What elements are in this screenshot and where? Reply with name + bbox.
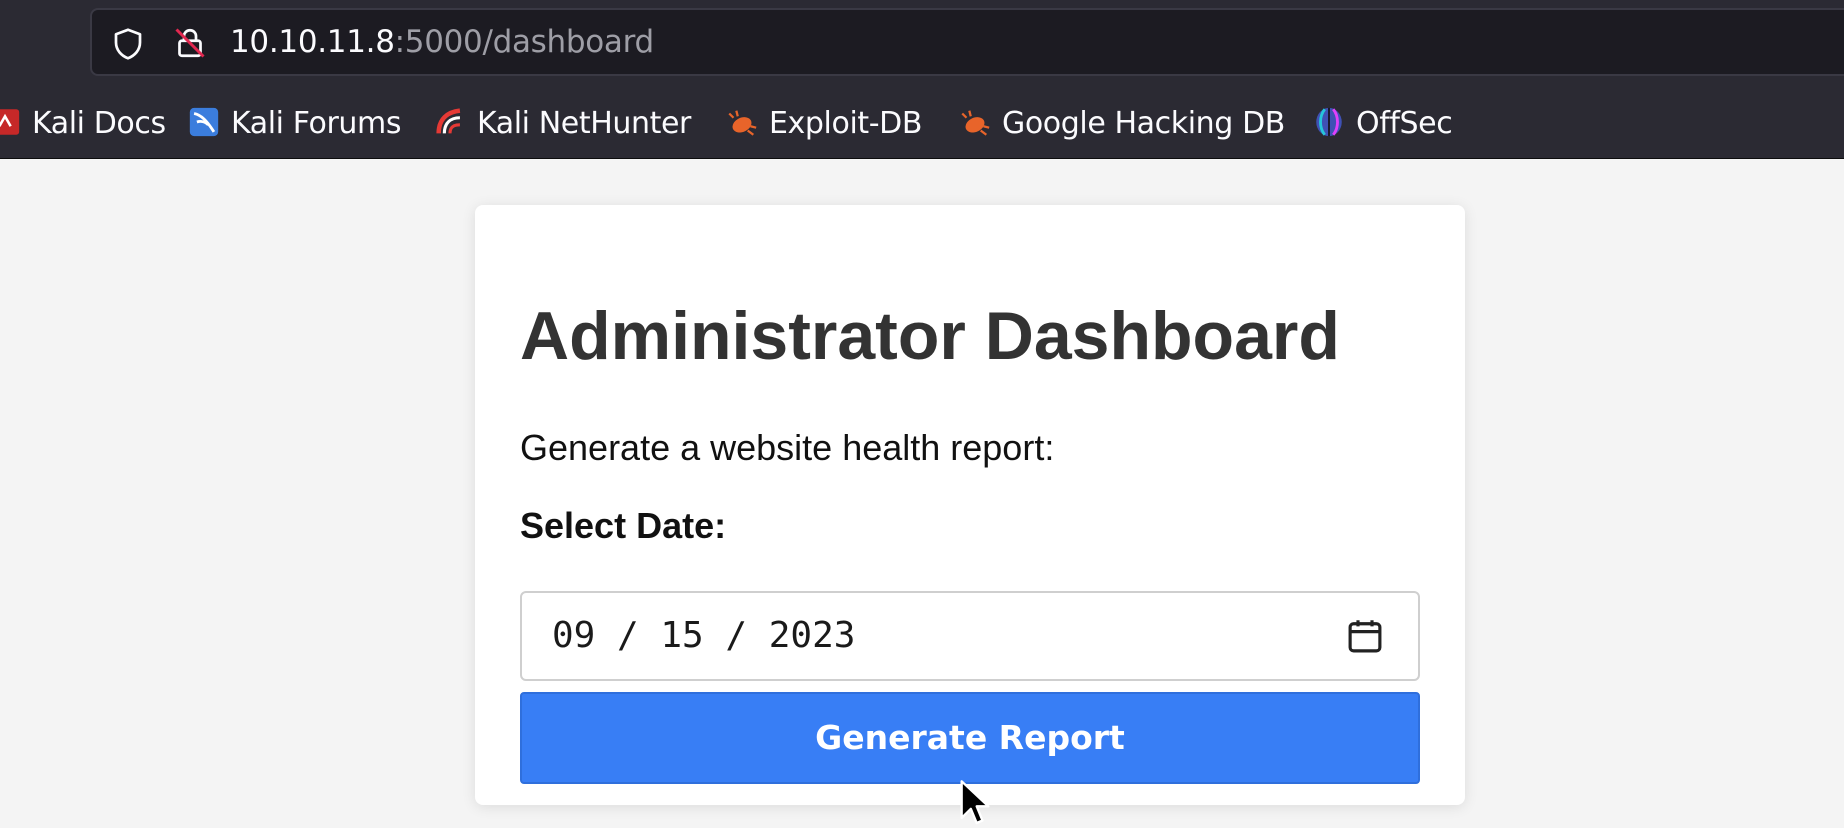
- bookmark-label: Exploit-DB: [769, 106, 923, 141]
- mouse-cursor-icon: [960, 780, 990, 825]
- bookmark-label: Kali Forums: [231, 106, 402, 141]
- bookmarks-toolbar: Kali Docs Kali Forums Kali NetHunter Exp…: [0, 96, 1844, 152]
- exploit-db-icon: [728, 109, 757, 136]
- page-content: Administrator Dashboard Generate a websi…: [0, 159, 1844, 828]
- bookmark-google-hacking-db[interactable]: Google Hacking DB: [958, 96, 1285, 152]
- page-title: Administrator Dashboard: [520, 298, 1340, 374]
- url-text[interactable]: 10.10.11.8:5000/dashboard: [230, 10, 654, 74]
- kali-forums-icon: [189, 107, 219, 136]
- generate-report-button[interactable]: Generate Report: [520, 692, 1420, 784]
- offsec-icon: [1316, 107, 1342, 136]
- bookmark-label: Kali Docs: [32, 106, 166, 141]
- tracking-protection-shield-icon[interactable]: [110, 26, 146, 62]
- bookmark-label: OffSec: [1356, 106, 1453, 141]
- bookmark-label: Google Hacking DB: [1002, 106, 1285, 141]
- url-path: :5000/dashboard: [394, 24, 655, 60]
- bookmark-label: Kali NetHunter: [477, 106, 691, 141]
- bookmark-kali-forums[interactable]: Kali Forums: [187, 96, 401, 152]
- date-value[interactable]: 09 / 15 / 2023: [552, 593, 855, 679]
- bookmark-kali-docs[interactable]: Kali Docs: [0, 96, 166, 152]
- report-description: Generate a website health report:: [520, 427, 1055, 468]
- dashboard-card: Administrator Dashboard Generate a websi…: [475, 205, 1465, 805]
- bookmark-offsec[interactable]: OffSec: [1312, 96, 1453, 152]
- date-input[interactable]: 09 / 15 / 2023: [520, 591, 1420, 681]
- calendar-icon[interactable]: [1344, 615, 1386, 657]
- insecure-lock-icon[interactable]: [172, 25, 208, 61]
- browser-toolbar: 10.10.11.8:5000/dashboard Kali Docs Kali…: [0, 0, 1844, 159]
- kali-docs-icon: [0, 108, 20, 135]
- bookmark-exploit-db[interactable]: Exploit-DB: [725, 96, 922, 152]
- date-label: Select Date:: [520, 505, 727, 546]
- url-host: 10.10.11.8: [230, 24, 395, 60]
- google-hacking-db-icon: [961, 109, 990, 136]
- kali-nethunter-icon: [436, 107, 461, 133]
- bookmark-kali-nethunter[interactable]: Kali NetHunter: [433, 96, 691, 152]
- address-bar[interactable]: 10.10.11.8:5000/dashboard: [90, 8, 1844, 76]
